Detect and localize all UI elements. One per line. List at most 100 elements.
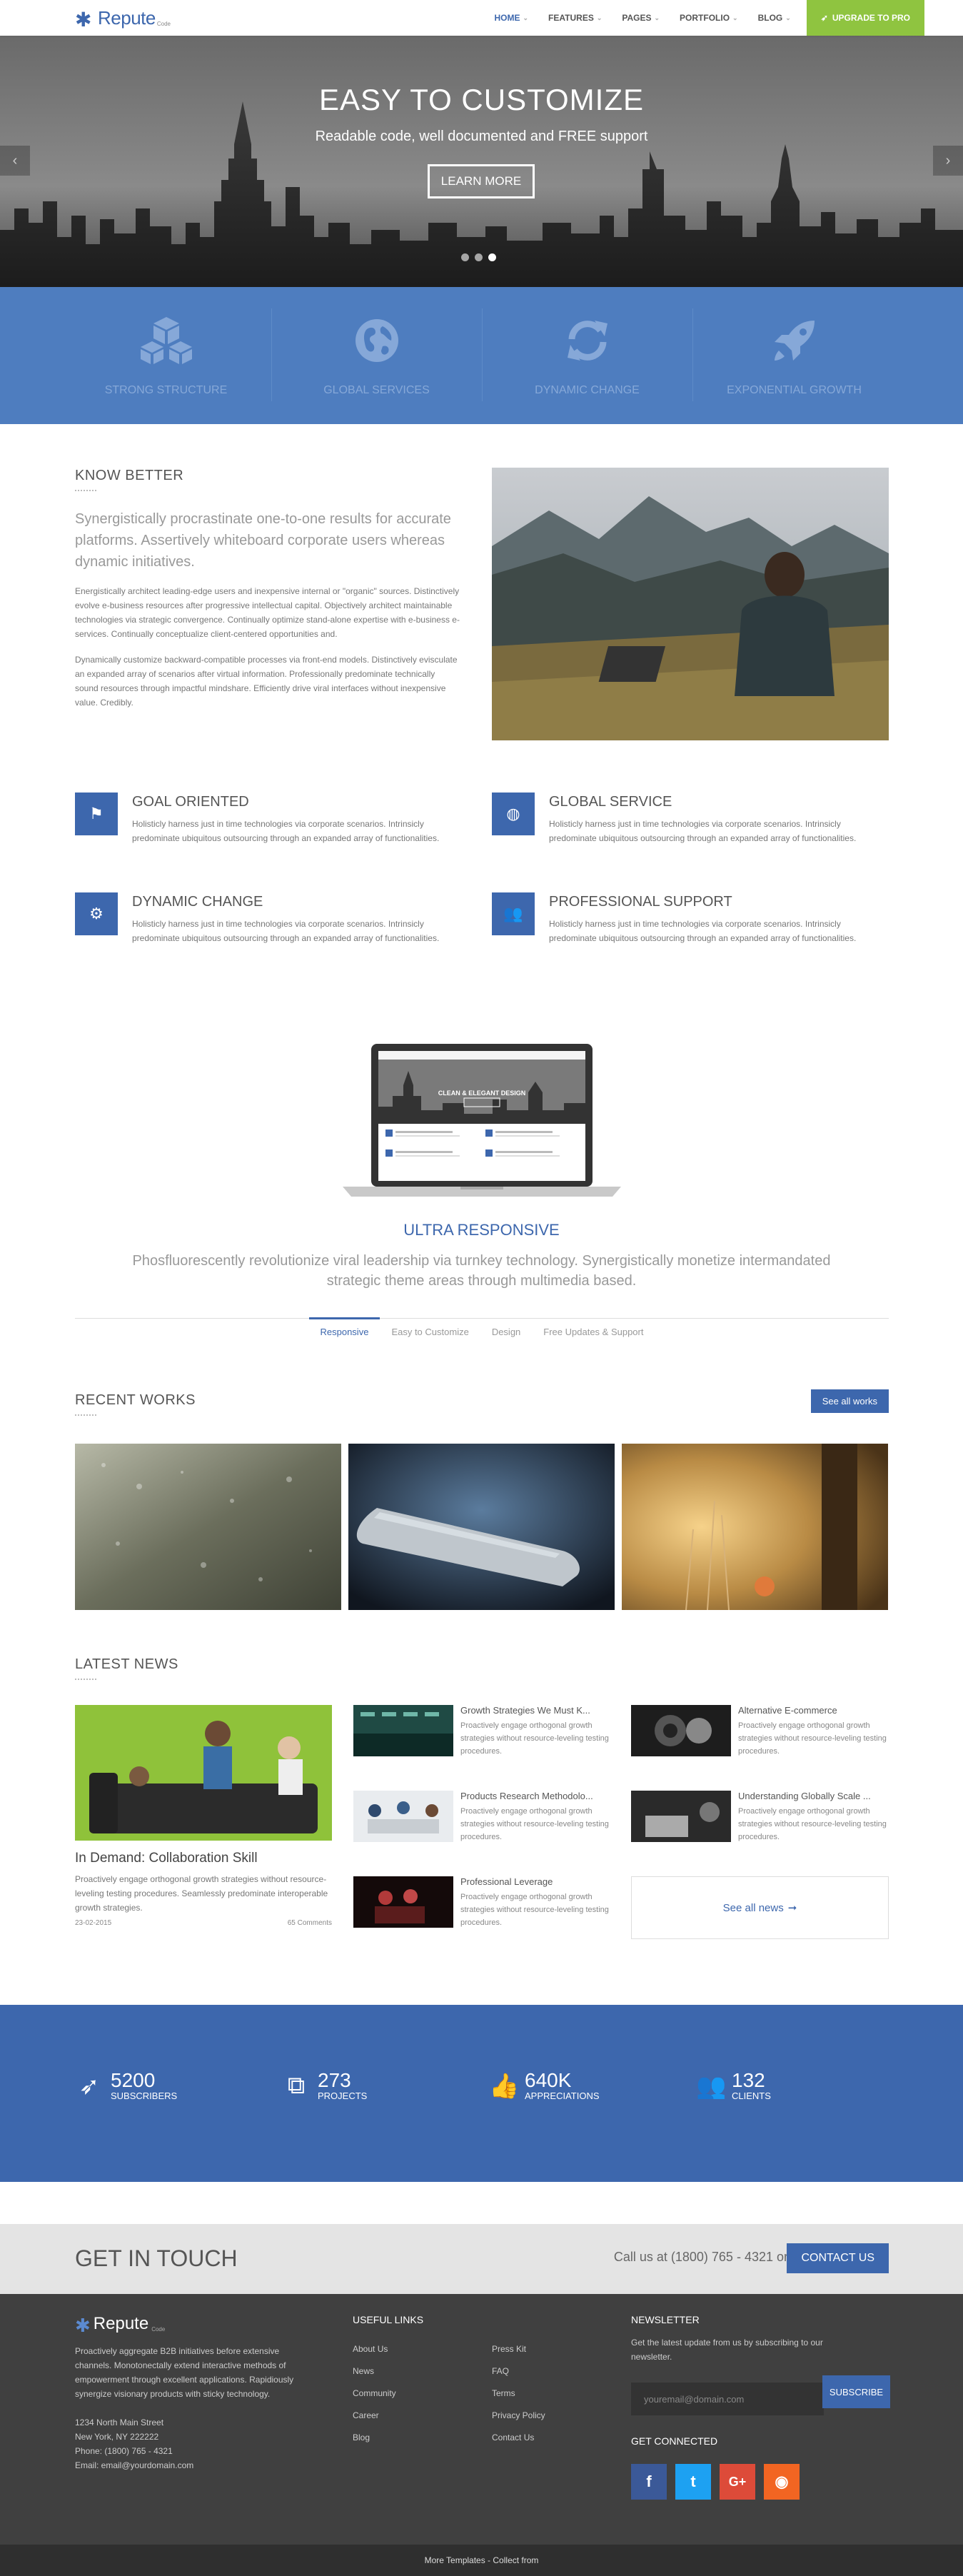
news-item-title[interactable]: Products Research Methodolo... xyxy=(460,1791,610,1801)
service-text: Holisticly harness just in time technolo… xyxy=(549,919,857,943)
footer-email[interactable]: Email: email@yourdomain.com xyxy=(75,2458,332,2472)
globe-icon xyxy=(271,316,482,366)
featured-news[interactable]: In Demand: Collaboration Skill Proactive… xyxy=(75,1705,332,1927)
features-bar: STRONG STRUCTURE GLOBAL SERVICES DYNAMIC… xyxy=(0,287,963,424)
rocket-icon: ➶ xyxy=(820,13,828,23)
subscribe-button[interactable]: SUBSCRIBE xyxy=(822,2375,890,2408)
news-item[interactable]: Understanding Globally Scale ... Proacti… xyxy=(631,1791,895,1855)
laptop-screen-title: CLEAN & ELEGANT DESIGN xyxy=(438,1090,526,1097)
tab-design[interactable]: Design xyxy=(480,1317,532,1344)
footer-link[interactable]: Blog xyxy=(353,2427,492,2449)
news-item[interactable]: Products Research Methodolo... Proactive… xyxy=(353,1791,617,1855)
news-item[interactable]: Professional Leverage Proactively engage… xyxy=(353,1876,617,1941)
footer-link[interactable]: Privacy Policy xyxy=(492,2405,545,2427)
stats-section: ➶ 5200 SUBSCRIBERS ⧉ 273 PROJECTS 👍 640K AP… xyxy=(0,2005,963,2182)
menu-home[interactable]: HOME ⌄ xyxy=(495,13,529,23)
slider-prev-arrow-icon[interactable]: ‹ xyxy=(0,146,30,176)
news-item-title[interactable]: Understanding Globally Scale ... xyxy=(738,1791,888,1801)
footer-about-text: Proactively aggregate B2B initiatives be… xyxy=(75,2346,294,2399)
feature-exponential-growth[interactable]: EXPONENTIAL GROWTH xyxy=(689,316,899,397)
footer-link[interactable]: News xyxy=(353,2360,492,2383)
feature-global-services[interactable]: GLOBAL SERVICES xyxy=(271,316,482,397)
refresh-icon xyxy=(482,316,692,366)
title-divider xyxy=(75,1679,96,1680)
menu-label: BLOG xyxy=(757,13,783,23)
users-icon: 👥 xyxy=(696,2072,727,2100)
service-title: PROFESSIONAL SUPPORT xyxy=(549,894,732,910)
feature-dynamic-change[interactable]: DYNAMIC CHANGE xyxy=(482,316,692,397)
man-with-laptop-photo xyxy=(492,468,889,740)
logo[interactable]: ✱ Repute Code xyxy=(75,7,171,30)
footer-link[interactable]: FAQ xyxy=(492,2360,545,2383)
footer-link[interactable]: About Us xyxy=(353,2338,492,2360)
stat-label: SUBSCRIBERS xyxy=(111,2091,178,2101)
service-title: DYNAMIC CHANGE xyxy=(132,894,263,910)
menu-label: PAGES xyxy=(622,13,652,23)
stat-label: PROJECTS xyxy=(318,2091,368,2101)
menu-blog[interactable]: BLOG ⌄ xyxy=(758,13,791,23)
see-all-news-button[interactable]: See all news ➞ xyxy=(631,1876,889,1939)
tab-easy-customize[interactable]: Easy to Customize xyxy=(380,1317,480,1344)
news-comments[interactable]: 65 Comments xyxy=(288,1919,332,1927)
rss-icon[interactable]: ◉ xyxy=(764,2464,800,2500)
footer-link[interactable]: Contact Us xyxy=(492,2427,545,2449)
hero-title: EASY TO CUSTOMIZE xyxy=(318,83,644,116)
stat-number: 132 xyxy=(732,2069,765,2091)
footer-address: New York, NY 222222 xyxy=(75,2432,159,2442)
news-item-title[interactable]: Growth Strategies We Must K... xyxy=(460,1705,610,1716)
slider-dot-active[interactable] xyxy=(488,253,496,261)
news-thumb-presentation xyxy=(353,1876,453,1928)
footer-link[interactable]: Terms xyxy=(492,2383,545,2405)
menu-features[interactable]: FEATURES ⌄ xyxy=(548,13,602,23)
get-in-touch-bar: GET IN TOUCH Call us at (1800) 765 - 432… xyxy=(0,2224,963,2294)
footer-heading: NEWSLETTER xyxy=(631,2314,700,2325)
footer: ✱ Repute Code Proactively aggregate B2B … xyxy=(0,2294,963,2545)
title-divider xyxy=(75,1414,96,1416)
menu-portfolio[interactable]: PORTFOLIO ⌄ xyxy=(680,13,738,23)
newsletter-email-input[interactable]: youremail@domain.com xyxy=(631,2383,824,2415)
hero-subtitle: Readable code, well documented and FREE … xyxy=(315,129,648,144)
footer-link[interactable]: Press Kit xyxy=(492,2338,545,2360)
slider-dot[interactable] xyxy=(475,253,483,261)
upgrade-pro-button[interactable]: ➶ UPGRADE TO PRO xyxy=(806,0,924,36)
see-all-news-label: See all news xyxy=(722,1901,784,1914)
news-item-title[interactable]: Alternative E-commerce xyxy=(738,1705,888,1716)
featured-news-title[interactable]: In Demand: Collaboration Skill xyxy=(75,1851,332,1866)
chevron-down-icon: ⌄ xyxy=(654,14,660,21)
gear-icon: ⚙ xyxy=(75,892,118,935)
stat-label: CLIENTS xyxy=(732,2091,771,2101)
tab-responsive[interactable]: Responsive xyxy=(308,1317,380,1344)
service-title: GLOBAL SERVICE xyxy=(549,794,672,810)
twitter-icon[interactable]: t xyxy=(675,2464,711,2500)
slider-dot[interactable] xyxy=(461,253,469,261)
news-item[interactable]: Growth Strategies We Must K... Proactive… xyxy=(353,1705,617,1769)
feature-strong-structure[interactable]: STRONG STRUCTURE xyxy=(61,316,271,397)
copyright-bar[interactable]: More Templates - Collect from xyxy=(0,2545,963,2576)
news-item-text: Proactively engage orthogonal growth str… xyxy=(738,1721,887,1756)
slider-next-arrow-icon[interactable]: › xyxy=(933,146,963,176)
globe-icon: ◍ xyxy=(492,793,535,835)
thumbs-up-icon: 👍 xyxy=(489,2072,520,2100)
work-item-rain-window[interactable] xyxy=(75,1444,341,1610)
facebook-icon[interactable]: f xyxy=(631,2464,667,2500)
news-item-title[interactable]: Professional Leverage xyxy=(460,1876,610,1887)
call-us-text: Call us at (1800) 765 - 4321 or xyxy=(613,2250,788,2264)
work-item-sunset-grass[interactable] xyxy=(622,1444,888,1610)
stat-label: APPRECIATIONS xyxy=(525,2091,600,2101)
footer-link[interactable]: Career xyxy=(353,2405,492,2427)
menu-pages[interactable]: PAGES ⌄ xyxy=(622,13,660,23)
footer-links-col: About Us News Community Career Blog xyxy=(353,2338,492,2449)
google-plus-icon[interactable]: G+ xyxy=(720,2464,755,2500)
rocket-icon xyxy=(689,316,899,366)
footer-link[interactable]: Community xyxy=(353,2383,492,2405)
contact-us-button[interactable]: CONTACT US xyxy=(787,2243,889,2273)
footer-logo[interactable]: ✱ Repute Code xyxy=(75,2314,332,2336)
see-all-works-button[interactable]: See all works xyxy=(810,1389,889,1413)
tab-free-updates[interactable]: Free Updates & Support xyxy=(532,1317,655,1344)
asterisk-logo-icon: ✱ xyxy=(75,2315,91,2336)
news-item[interactable]: Alternative E-commerce Proactively engag… xyxy=(631,1705,895,1769)
stat-number: 640K xyxy=(525,2069,572,2091)
learn-more-button[interactable]: LEARN MORE xyxy=(428,164,535,198)
section-title: RECENT WORKS xyxy=(75,1392,196,1408)
work-item-phone[interactable] xyxy=(348,1444,615,1610)
